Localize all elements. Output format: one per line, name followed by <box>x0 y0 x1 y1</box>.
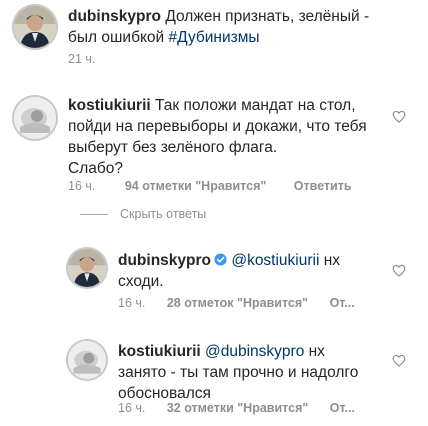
reply-2-meta: 16 ч. 32 отметки "Нравится" От... <box>118 401 355 415</box>
reply-1-text-1: нх <box>319 252 341 269</box>
reply-2-likes-count[interactable]: 32 отметки "Нравится" <box>167 401 308 415</box>
replies-divider-line <box>80 213 108 215</box>
caption-text-2: был ошибкой <box>68 29 165 46</box>
reply-1-text-2: сходи. <box>118 273 164 290</box>
caption-text-1: Должен признать, зелёный - <box>165 8 370 25</box>
comment-time: 16 ч. <box>68 179 96 193</box>
author-photo <box>14 6 56 48</box>
reply-1-likes-count[interactable]: 28 отметок "Нравится" <box>167 296 308 310</box>
reply-2-time: 16 ч. <box>118 401 146 415</box>
comment-author-avatar[interactable] <box>14 97 56 139</box>
reply-2-author-avatar[interactable] <box>68 341 106 379</box>
reply-1-mention-link[interactable]: @kostiukiurii <box>231 252 319 269</box>
hashtag-link[interactable]: #Дубинизмы <box>169 29 260 46</box>
reply-2-text-1: нх <box>304 343 325 360</box>
comment-username[interactable]: kostiukiurii <box>68 97 151 114</box>
reply-2-author-photo <box>68 341 106 379</box>
reply-2-reply-button[interactable]: От... <box>330 401 355 415</box>
comment-text-1: Так положи мандат на стол, <box>155 97 356 114</box>
reply-2-body: kostiukiurii @dubinskypro нх занято - ты… <box>118 341 388 404</box>
post-username[interactable]: dubinskypro <box>68 8 161 25</box>
comment-like-heart-icon[interactable] <box>392 110 406 123</box>
reply-2-mention-link[interactable]: @dubinskypro <box>205 343 304 360</box>
comment-meta: 16 ч. 94 отметки "Нравится" Ответить <box>68 179 352 193</box>
reply-1-meta: 16 ч. 28 отметок "Нравится" От... <box>118 296 355 310</box>
comment-text-2: пойди на перевыборы и докажи, что тебя <box>68 118 367 135</box>
reply-2-text-3: обосновался <box>118 385 211 402</box>
verified-badge-icon <box>214 253 227 266</box>
reply-2-text-2: занято - ты там прочно и надолго <box>118 364 359 381</box>
comment-reply-button[interactable]: Ответить <box>294 179 352 193</box>
reply-2-like-heart-icon[interactable] <box>392 354 406 367</box>
comment-text-3: выберут без зелёного флага. <box>68 139 278 156</box>
post-meta: 21 ч. <box>68 52 95 66</box>
hide-replies-label[interactable]: Скрыть ответы <box>120 207 206 221</box>
reply-2-username[interactable]: kostiukiurii <box>118 343 201 360</box>
reply-1-author-photo <box>68 249 106 287</box>
comment-body: kostiukiurii Так положи мандат на стол, … <box>68 95 398 179</box>
post-author-avatar[interactable] <box>14 6 56 48</box>
comment-text-4: Слабо? <box>68 160 123 177</box>
reply-1-username[interactable]: dubinskypro <box>118 252 211 269</box>
reply-1-author-avatar[interactable] <box>68 249 106 287</box>
post-caption: dubinskypro Должен признать, зелёный - б… <box>68 6 408 48</box>
reply-1-like-heart-icon[interactable] <box>392 264 406 277</box>
comment-likes-count[interactable]: 94 отметки "Нравится" <box>125 179 266 193</box>
hide-replies-toggle[interactable]: Скрыть ответы <box>80 207 206 221</box>
post-time: 21 ч. <box>68 52 96 66</box>
commenter-photo <box>14 97 56 139</box>
reply-1-reply-button[interactable]: От... <box>330 296 355 310</box>
reply-1-body: dubinskypro @kostiukiurii нх сходи. <box>118 250 388 292</box>
reply-1-time: 16 ч. <box>118 296 146 310</box>
